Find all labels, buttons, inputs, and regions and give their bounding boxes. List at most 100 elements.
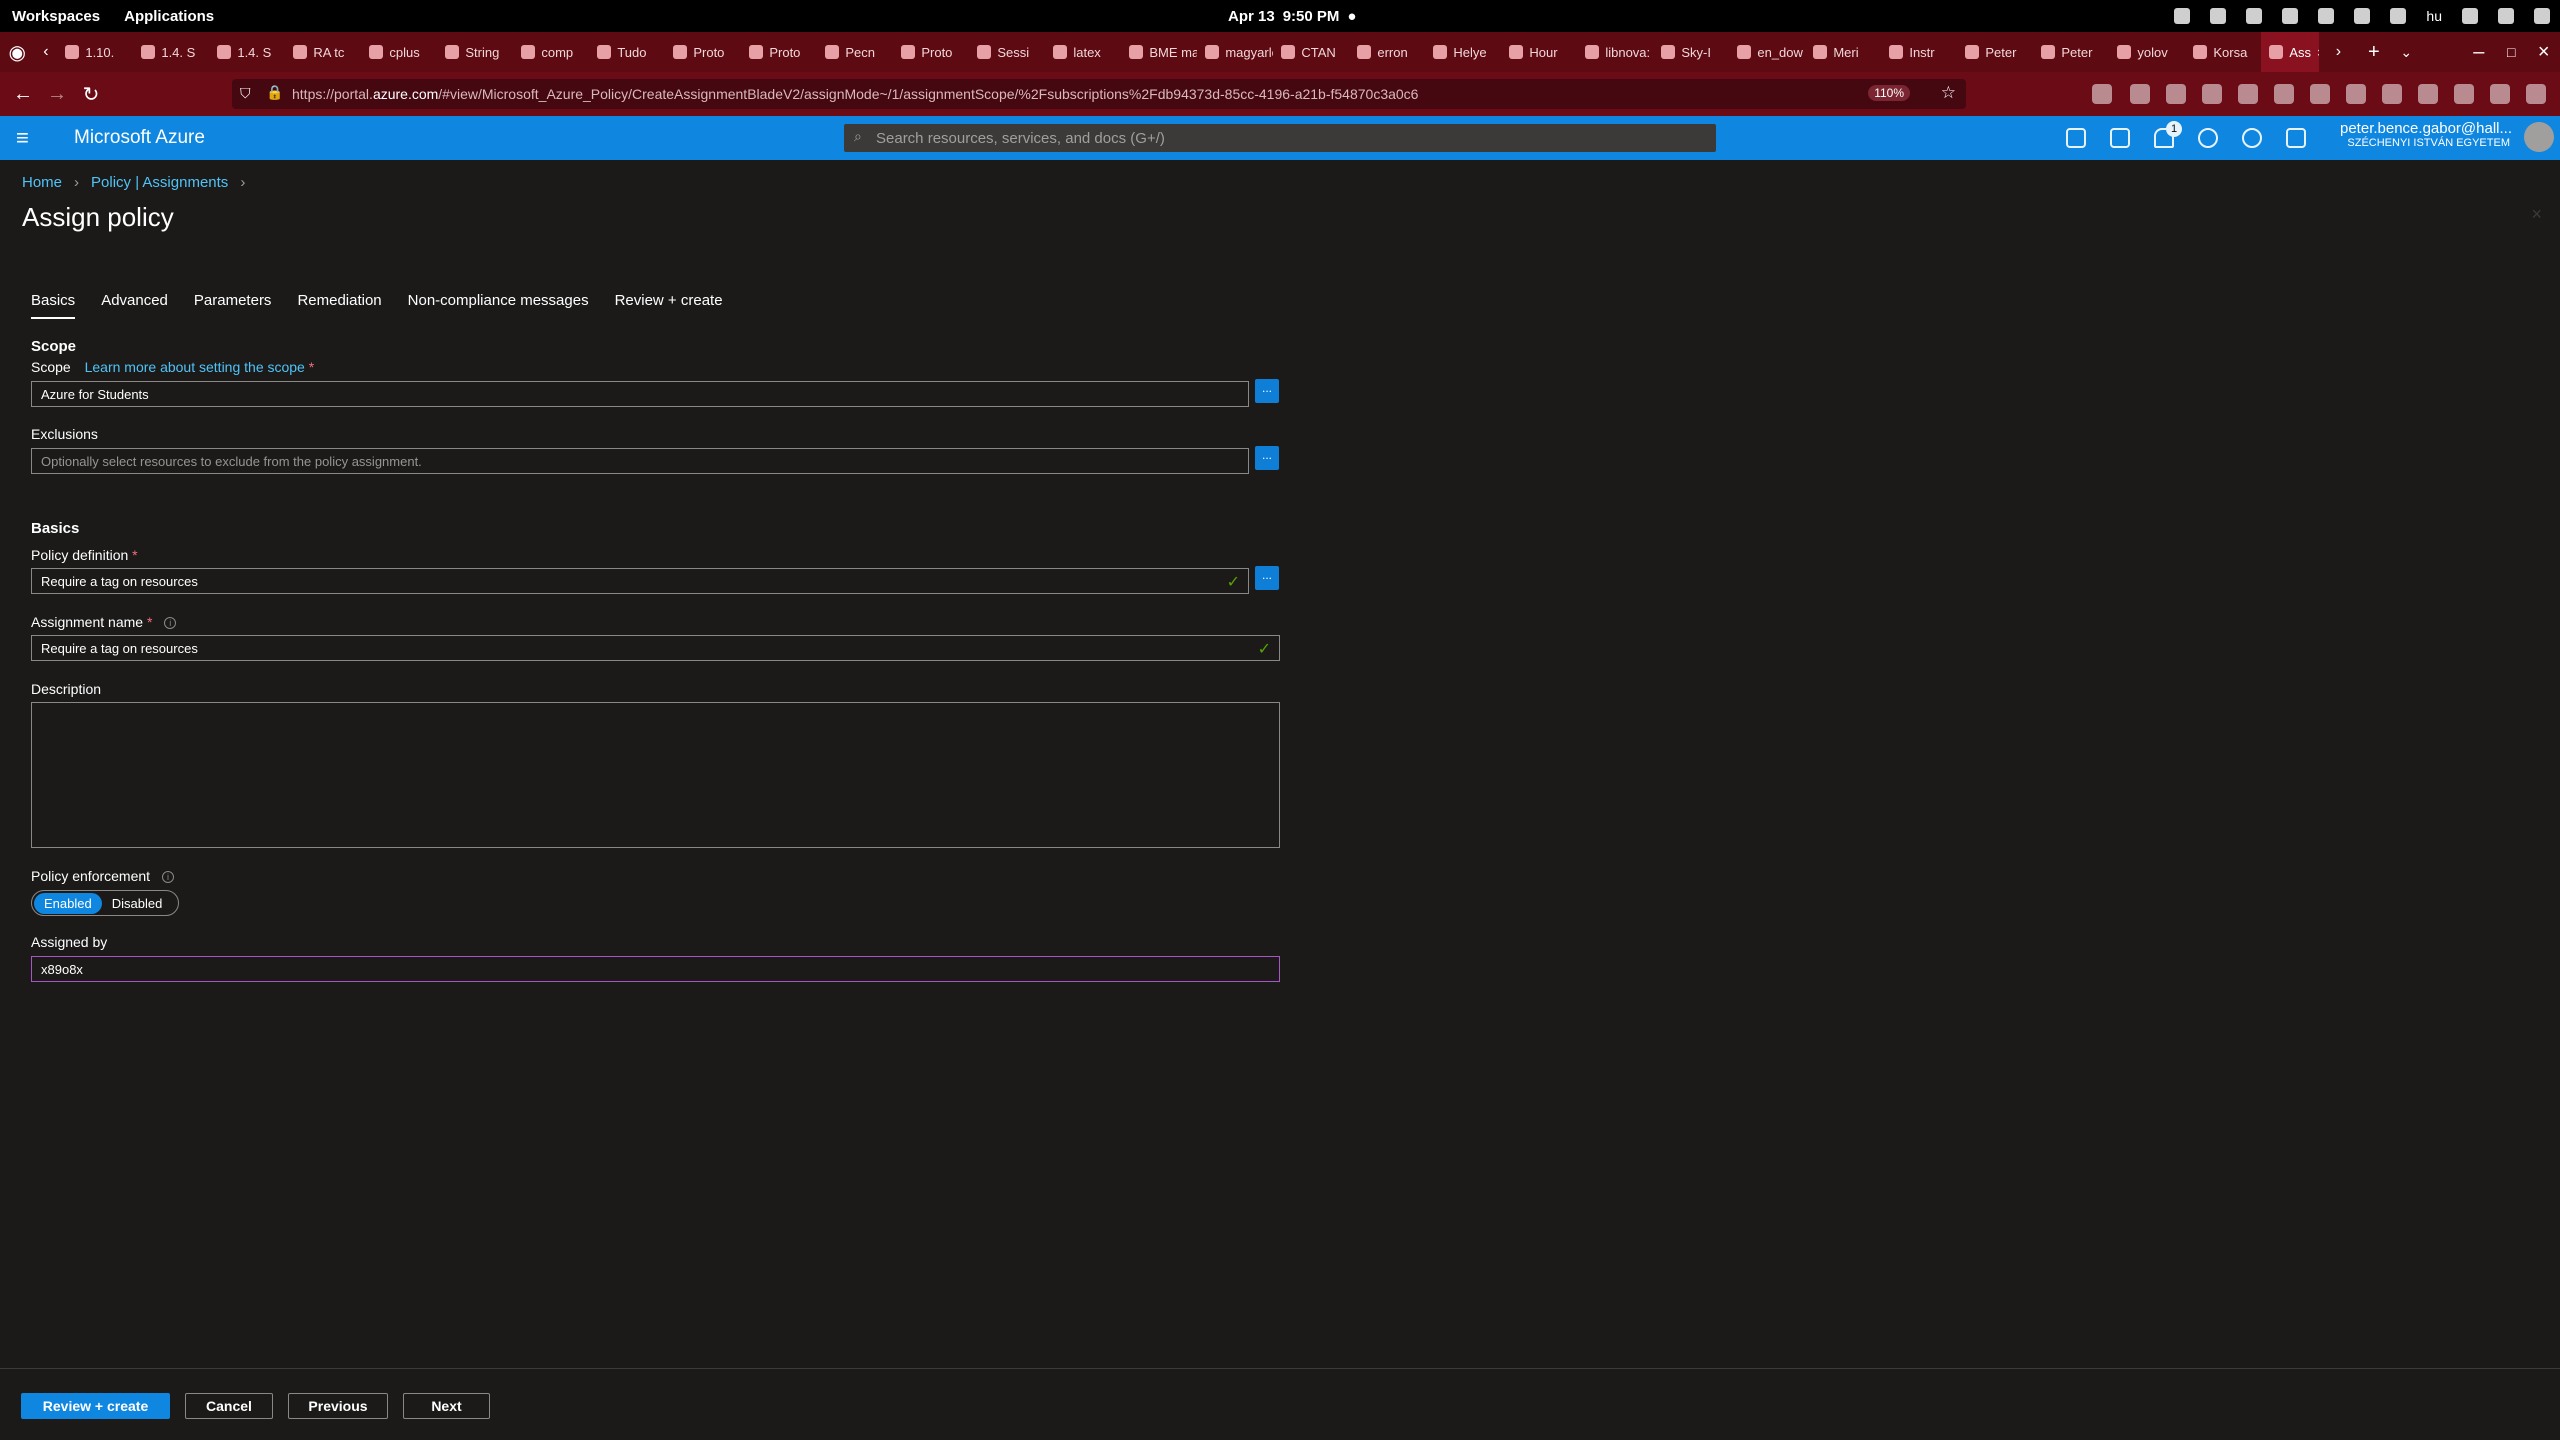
browser-tab[interactable]: Pecn bbox=[817, 32, 893, 72]
browser-tab[interactable]: Sky-I bbox=[1653, 32, 1729, 72]
network-icon[interactable] bbox=[2390, 8, 2407, 24]
exclusions-field[interactable]: Optionally select resources to exclude f… bbox=[31, 448, 1249, 474]
settings-gear-icon[interactable] bbox=[2198, 128, 2218, 148]
policy-definition-picker-button[interactable]: ... bbox=[1255, 566, 1279, 590]
url-bar[interactable]: ⛉ 🔒 https://portal. azure.com/#view/Micro… bbox=[232, 79, 1966, 109]
browser-tab[interactable]: Peter bbox=[2033, 32, 2109, 72]
browser-extension-icon[interactable] bbox=[2310, 84, 2330, 104]
browser-tab[interactable]: 1.4. S bbox=[209, 32, 285, 72]
browser-tab[interactable]: Peter bbox=[1957, 32, 2033, 72]
review-create-button[interactable]: Review + create bbox=[21, 1393, 170, 1419]
browser-tab[interactable]: 1.10. bbox=[57, 32, 133, 72]
browser-extension-icon[interactable] bbox=[2092, 84, 2112, 104]
minimize-icon[interactable]: – bbox=[2463, 35, 2495, 69]
zoom-indicator[interactable]: 110% bbox=[1868, 85, 1910, 101]
browser-tab[interactable]: Helye bbox=[1425, 32, 1501, 72]
tray-app-icon[interactable] bbox=[2246, 8, 2263, 24]
maximize-icon[interactable]: □ bbox=[2495, 35, 2527, 69]
previous-button[interactable]: Previous bbox=[288, 1393, 388, 1419]
browser-extension-icon[interactable] bbox=[2346, 84, 2366, 104]
info-icon[interactable]: i bbox=[164, 617, 177, 630]
browser-tab[interactable]: en_dow bbox=[1729, 32, 1805, 72]
browser-extension-icon[interactable] bbox=[2454, 84, 2474, 104]
browser-tab[interactable]: Proto bbox=[893, 32, 969, 72]
browser-extension-icon[interactable] bbox=[2130, 84, 2150, 104]
browser-tab[interactable]: latex bbox=[1045, 32, 1121, 72]
browser-tab[interactable]: Proto bbox=[665, 32, 741, 72]
browser-tab[interactable]: comp bbox=[513, 32, 589, 72]
steam-icon[interactable] bbox=[2318, 8, 2335, 24]
feedback-icon[interactable] bbox=[2286, 128, 2306, 148]
browser-tab[interactable]: Ass× bbox=[2261, 32, 2320, 72]
browser-extension-icon[interactable] bbox=[2202, 84, 2222, 104]
tab-scroll-left-icon[interactable]: ‹ bbox=[34, 35, 57, 69]
tray-app-icon[interactable] bbox=[2354, 8, 2371, 24]
browser-tab[interactable]: Instr bbox=[1881, 32, 1957, 72]
cloud-shell-icon[interactable] bbox=[2066, 128, 2086, 148]
browser-tab[interactable]: libnova: bbox=[1577, 32, 1653, 72]
lock-icon[interactable]: 🔒 bbox=[266, 84, 283, 101]
breadcrumb-policy-assignments[interactable]: Policy | Assignments bbox=[91, 174, 228, 191]
browser-extension-icon[interactable] bbox=[2274, 84, 2294, 104]
clock[interactable]: Apr 13 9:50 PM ● bbox=[1228, 0, 1356, 32]
tab-remediation[interactable]: Remediation bbox=[297, 292, 381, 319]
next-button[interactable]: Next bbox=[403, 1393, 490, 1419]
firefox-menu-icon[interactable]: ◉ bbox=[0, 35, 34, 69]
reload-icon[interactable]: ↻ bbox=[74, 77, 108, 111]
azure-brand[interactable]: Microsoft Azure bbox=[74, 127, 205, 149]
help-icon[interactable] bbox=[2242, 128, 2262, 148]
enforcement-disabled-option[interactable]: Disabled bbox=[102, 893, 173, 914]
tab-basics[interactable]: Basics bbox=[31, 292, 76, 319]
browser-extension-icon[interactable] bbox=[2490, 84, 2510, 104]
browser-tab[interactable]: RA tc bbox=[285, 32, 361, 72]
browser-tab[interactable]: magyarlc bbox=[1197, 32, 1273, 72]
account-info[interactable]: peter.bence.gabor@hall... SZÉCHENYI ISTV… bbox=[2340, 120, 2512, 149]
policy-definition-field[interactable]: Require a tag on resources ✓ bbox=[31, 568, 1249, 594]
forward-icon[interactable]: → bbox=[40, 77, 74, 111]
assigned-by-field[interactable]: x89o8x bbox=[31, 956, 1280, 982]
workspaces-menu[interactable]: Workspaces bbox=[12, 8, 100, 25]
browser-tab[interactable]: Proto bbox=[741, 32, 817, 72]
browser-tab[interactable]: String bbox=[437, 32, 513, 72]
tab-advanced[interactable]: Advanced bbox=[101, 292, 168, 319]
browser-tab[interactable]: Hour bbox=[1501, 32, 1577, 72]
tab-non-compliance-messages[interactable]: Non-compliance messages bbox=[408, 292, 589, 319]
directory-filter-icon[interactable] bbox=[2110, 128, 2130, 148]
applications-menu[interactable]: Applications bbox=[124, 8, 214, 25]
close-blade-icon[interactable]: × bbox=[2531, 204, 2542, 225]
browser-tab[interactable]: 1.4. S bbox=[133, 32, 209, 72]
battery-icon[interactable] bbox=[2462, 8, 2478, 24]
browser-tab[interactable]: Meri bbox=[1805, 32, 1881, 72]
browser-tab[interactable]: yolov bbox=[2109, 32, 2185, 72]
browser-extension-icon[interactable] bbox=[2418, 84, 2438, 104]
avatar[interactable] bbox=[2524, 122, 2554, 152]
tab-parameters[interactable]: Parameters bbox=[194, 292, 272, 319]
description-textarea[interactable] bbox=[31, 702, 1280, 848]
notifications-icon[interactable]: 1 bbox=[2154, 121, 2182, 148]
power-icon[interactable] bbox=[2534, 8, 2550, 24]
browser-tab[interactable]: Sessi bbox=[969, 32, 1045, 72]
browser-extension-icon[interactable] bbox=[2382, 84, 2402, 104]
info-icon[interactable]: i bbox=[161, 871, 174, 884]
browser-tab[interactable]: BME mat bbox=[1121, 32, 1197, 72]
browser-tab[interactable]: CTAN bbox=[1273, 32, 1349, 72]
tray-app-icon[interactable] bbox=[2210, 8, 2227, 24]
browser-tab[interactable]: Tudo bbox=[589, 32, 665, 72]
tab-review-create[interactable]: Review + create bbox=[615, 292, 723, 319]
back-icon[interactable]: ← bbox=[6, 77, 40, 111]
portal-menu-icon[interactable]: ≡ bbox=[16, 125, 44, 151]
close-window-icon[interactable]: × bbox=[2528, 35, 2560, 69]
volume-icon[interactable] bbox=[2498, 8, 2514, 24]
enforcement-enabled-option[interactable]: Enabled bbox=[34, 892, 102, 914]
assignment-name-field[interactable]: Require a tag on resources ✓ bbox=[31, 635, 1280, 661]
scope-field[interactable]: Azure for Students bbox=[31, 381, 1249, 407]
discord-icon[interactable] bbox=[2282, 8, 2299, 24]
browser-extension-icon[interactable] bbox=[2166, 84, 2186, 104]
shield-icon[interactable]: ⛉ bbox=[240, 85, 251, 102]
browser-extension-icon[interactable] bbox=[2238, 84, 2258, 104]
list-tabs-icon[interactable]: ⌄ bbox=[2390, 35, 2422, 69]
browser-tab[interactable]: erron bbox=[1349, 32, 1425, 72]
global-search-input[interactable]: ⌕ Search resources, services, and docs (… bbox=[844, 124, 1716, 152]
new-tab-icon[interactable]: + bbox=[2358, 35, 2390, 69]
browser-extension-icon[interactable] bbox=[2526, 84, 2546, 104]
